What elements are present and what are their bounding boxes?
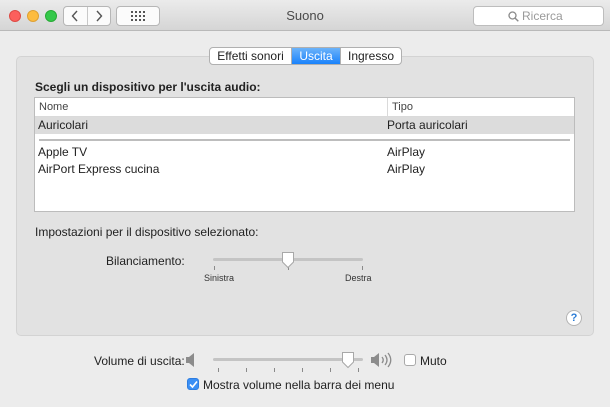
column-header-name[interactable]: Nome bbox=[39, 101, 68, 113]
device-settings-heading: Impostazioni per il dispositivo selezion… bbox=[35, 225, 259, 239]
table-row[interactable]: Apple TV AirPlay bbox=[35, 144, 574, 161]
device-name: Apple TV bbox=[38, 145, 88, 159]
output-device-table: Nome Tipo Auricolari Porta auricolari Ap… bbox=[34, 97, 575, 212]
device-name: AirPort Express cucina bbox=[38, 162, 160, 176]
tab-output[interactable]: Uscita bbox=[291, 48, 340, 64]
volume-tick bbox=[246, 368, 247, 372]
table-row[interactable]: Auricolari Porta auricolari bbox=[35, 117, 574, 134]
device-type: Porta auricolari bbox=[387, 118, 468, 132]
mute-checkbox[interactable] bbox=[404, 354, 416, 366]
device-type: AirPlay bbox=[387, 162, 426, 176]
balance-right-label: Destra bbox=[345, 273, 372, 283]
help-button[interactable]: ? bbox=[566, 310, 582, 326]
sound-preferences-window: Suono Ricerca Effetti sonori Uscita Ingr… bbox=[0, 0, 610, 407]
search-icon bbox=[508, 11, 519, 22]
output-device-heading: Scegli un dispositivo per l'uscita audio… bbox=[35, 80, 261, 94]
volume-tick bbox=[274, 368, 275, 372]
show-volume-in-menubar-checkbox[interactable] bbox=[187, 378, 199, 390]
tab-bar: Effetti sonori Uscita Ingresso bbox=[209, 47, 402, 65]
mute-label: Muto bbox=[420, 354, 447, 368]
balance-label: Bilanciamento: bbox=[106, 254, 185, 268]
volume-tick bbox=[302, 368, 303, 372]
help-icon: ? bbox=[570, 312, 578, 324]
balance-slider-thumb[interactable] bbox=[281, 251, 295, 269]
output-volume-label: Volume di uscita: bbox=[94, 354, 185, 368]
table-row[interactable]: AirPort Express cucina AirPlay bbox=[35, 161, 574, 178]
balance-tick bbox=[362, 266, 363, 270]
search-placeholder: Ricerca bbox=[522, 9, 563, 23]
balance-left-label: Sinistra bbox=[204, 273, 235, 283]
table-header: Nome Tipo bbox=[35, 98, 574, 117]
device-type: AirPlay bbox=[387, 145, 426, 159]
speaker-high-icon bbox=[371, 352, 392, 368]
volume-tick bbox=[218, 368, 219, 372]
speaker-low-icon bbox=[186, 353, 194, 367]
column-header-type[interactable]: Tipo bbox=[387, 98, 413, 117]
device-name: Auricolari bbox=[38, 118, 89, 132]
balance-tick bbox=[214, 266, 215, 270]
tab-input[interactable]: Ingresso bbox=[340, 48, 401, 64]
volume-slider-thumb[interactable] bbox=[341, 351, 355, 369]
title-bar: Suono Ricerca bbox=[0, 0, 610, 31]
search-field[interactable]: Ricerca bbox=[473, 6, 604, 26]
volume-tick bbox=[330, 368, 331, 372]
tab-sound-effects[interactable]: Effetti sonori bbox=[210, 48, 291, 64]
checkmark-icon bbox=[189, 380, 198, 389]
list-separator bbox=[39, 139, 570, 141]
show-volume-in-menubar-label: Mostra volume nella barra dei menu bbox=[203, 378, 395, 392]
volume-tick bbox=[358, 368, 359, 372]
